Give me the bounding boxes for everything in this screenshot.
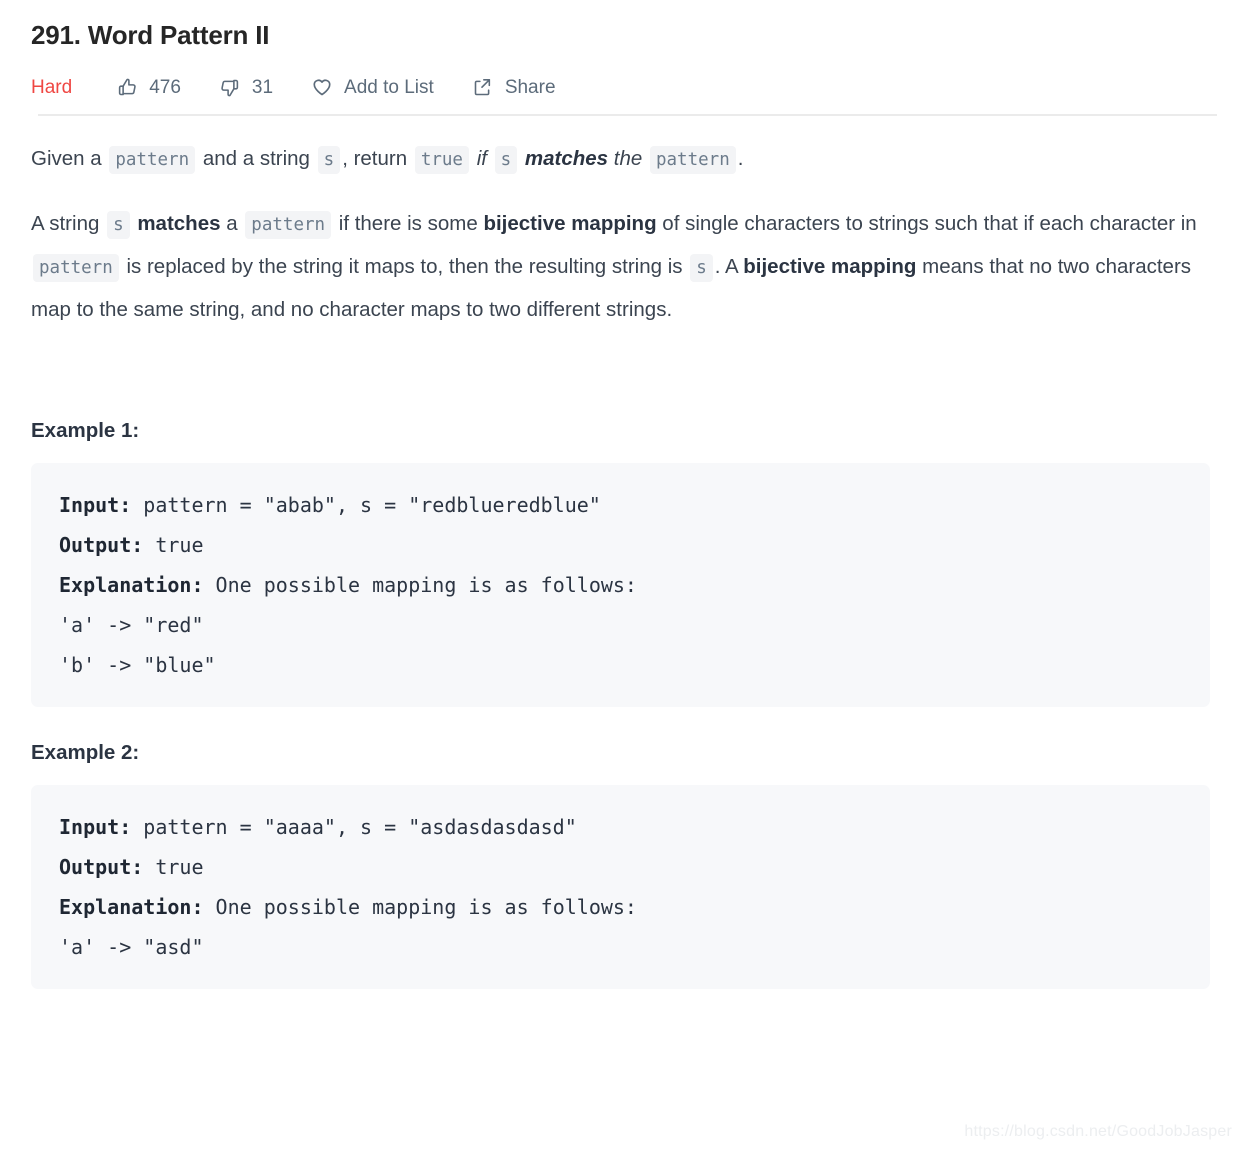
inline-code-s: s bbox=[494, 146, 518, 174]
desc-strong-bijective-mapping: bijective mapping bbox=[743, 255, 917, 278]
desc-text bbox=[487, 147, 493, 170]
input-value: pattern = "aaaa", s = "asdasdasdasd" bbox=[131, 815, 577, 839]
desc-strong-emphasis-matches: matches bbox=[524, 147, 609, 170]
add-to-list-button[interactable]: Add to List bbox=[311, 76, 434, 98]
page-title: 291. Word Pattern II bbox=[31, 20, 270, 50]
explanation-value: One possible mapping is as follows: bbox=[203, 573, 637, 597]
dislike-button[interactable]: 31 bbox=[219, 76, 273, 98]
add-to-list-label: Add to List bbox=[344, 76, 434, 98]
thumbs-up-icon bbox=[116, 76, 138, 98]
share-label: Share bbox=[504, 76, 556, 98]
input-label: Input: bbox=[59, 815, 132, 839]
like-count: 476 bbox=[149, 76, 181, 98]
share-button[interactable]: Share bbox=[472, 76, 556, 98]
input-label: Input: bbox=[59, 493, 132, 517]
thumbs-down-icon bbox=[219, 76, 241, 98]
like-button[interactable]: 476 bbox=[116, 76, 181, 98]
desc-text bbox=[642, 147, 648, 170]
output-value: true bbox=[143, 533, 204, 557]
mapping-line: 'a' -> "asd" bbox=[59, 935, 204, 959]
output-label: Output: bbox=[59, 855, 144, 879]
desc-text: and a string bbox=[197, 147, 316, 170]
mapping-line: 'a' -> "red" bbox=[59, 613, 204, 637]
desc-text: a bbox=[220, 212, 244, 235]
description-paragraph-2: A string s matches a pattern if there is… bbox=[31, 203, 1216, 331]
example-2-heading: Example 2: bbox=[31, 741, 140, 764]
example-2-code-block: Input: pattern = "aaaa", s = "asdasdasda… bbox=[31, 785, 1210, 989]
description-paragraph-1: Given a pattern and a string s, return t… bbox=[31, 138, 1216, 181]
problem-meta-row: Hard 476 31 Add to List Share bbox=[31, 64, 1223, 110]
desc-emphasis-the: the bbox=[613, 147, 643, 170]
inline-code-pattern: pattern bbox=[33, 254, 119, 282]
inline-code-pattern: pattern bbox=[109, 146, 196, 174]
desc-text: if there is some bbox=[333, 212, 484, 235]
inline-code-pattern: pattern bbox=[245, 211, 332, 239]
explanation-label: Explanation: bbox=[59, 895, 204, 919]
mapping-line: 'b' -> "blue" bbox=[59, 653, 216, 677]
inline-code-s: s bbox=[107, 211, 130, 239]
explanation-value: One possible mapping is as follows: bbox=[203, 895, 637, 919]
desc-text: . A bbox=[714, 255, 744, 278]
watermark: https://blog.csdn.net/GoodJobJasper bbox=[964, 1123, 1232, 1140]
explanation-label: Explanation: bbox=[59, 573, 204, 597]
problem-page: 291. Word Pattern II Hard 476 31 Add to … bbox=[0, 0, 1254, 1150]
dislike-count: 31 bbox=[251, 76, 274, 98]
inline-code-true: true bbox=[414, 146, 469, 174]
desc-text: Given a bbox=[31, 147, 108, 170]
example-1-code-block: Input: pattern = "abab", s = "redbluered… bbox=[31, 463, 1210, 707]
output-value: true bbox=[143, 855, 204, 879]
problem-content: Given a pattern and a string s, return t… bbox=[31, 116, 1223, 989]
share-icon bbox=[472, 76, 494, 98]
inline-code-pattern: pattern bbox=[649, 146, 736, 174]
example-1-heading: Example 1: bbox=[31, 419, 140, 442]
desc-strong-bijective-mapping: bijective mapping bbox=[483, 212, 657, 235]
desc-text: . bbox=[737, 147, 744, 170]
desc-text: is replaced by the string it maps to, th… bbox=[120, 255, 689, 278]
desc-emphasis-if: if bbox=[476, 147, 487, 170]
desc-strong-matches: matches bbox=[137, 212, 221, 235]
desc-text: of single characters to strings such tha… bbox=[656, 212, 1197, 235]
inline-code-s: s bbox=[690, 254, 713, 282]
inline-code-s: s bbox=[317, 146, 341, 174]
input-value: pattern = "abab", s = "redblueredblue" bbox=[131, 493, 601, 517]
difficulty-badge: Hard bbox=[31, 76, 73, 98]
desc-text: , return bbox=[342, 147, 413, 170]
heart-icon bbox=[311, 76, 333, 98]
output-label: Output: bbox=[59, 533, 144, 557]
desc-text: A string bbox=[31, 212, 106, 235]
